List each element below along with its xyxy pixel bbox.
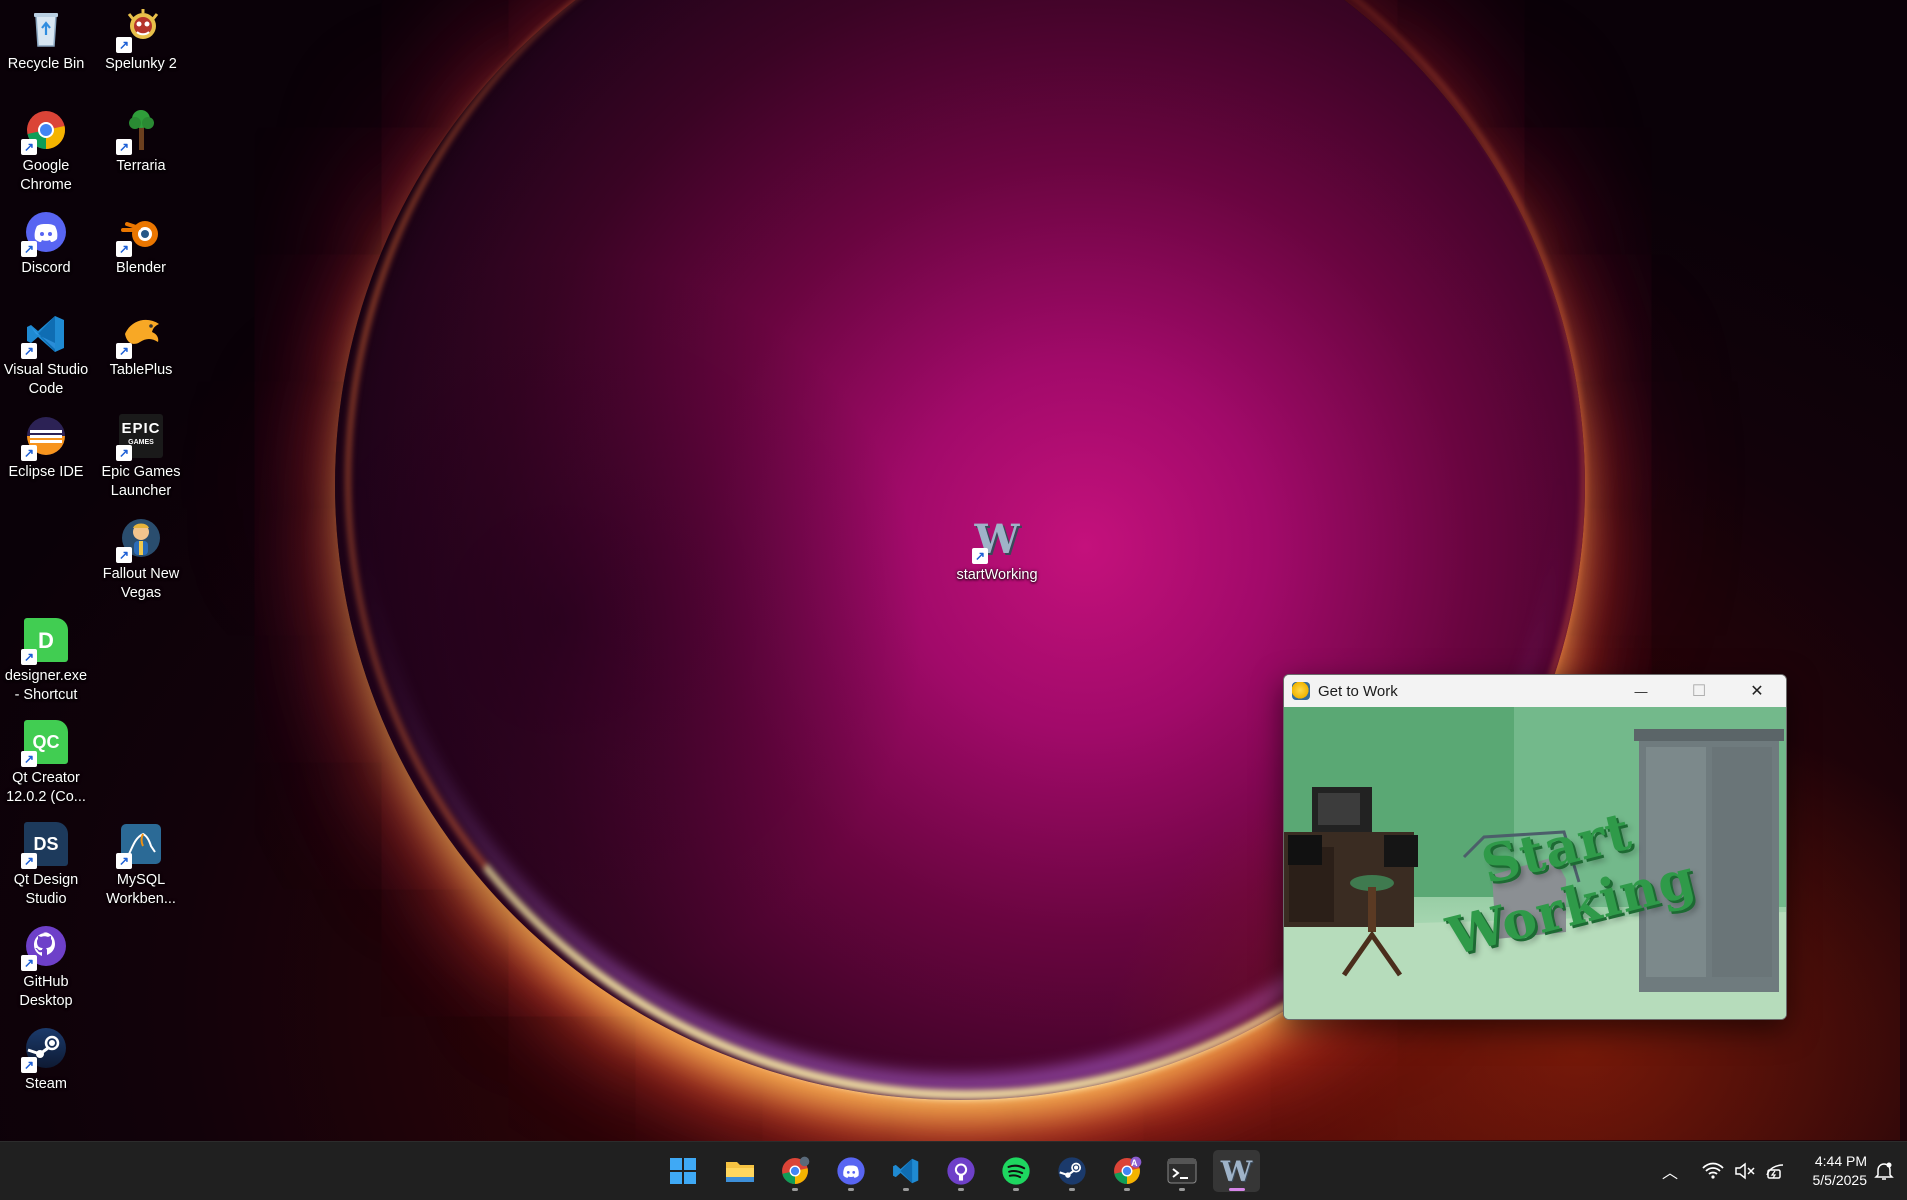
taskbar-chrome-profile[interactable]: A [1105, 1150, 1149, 1192]
desktop-icon-discord[interactable]: ↗ Discord [0, 206, 92, 278]
steam-icon: ↗ [21, 1026, 68, 1073]
qt-creator-icon: QC ↗ [21, 720, 68, 767]
taskbar-steam[interactable] [1050, 1150, 1094, 1192]
wifi-icon [1702, 1162, 1724, 1179]
notification-center-button[interactable] [1874, 1142, 1894, 1200]
tray-overflow-button[interactable]: ︿ [1662, 1142, 1678, 1200]
volume-muted-icon [1735, 1162, 1755, 1180]
chrome-profile-badge: A [1131, 1158, 1138, 1168]
taskbar-start-working[interactable]: W [1213, 1150, 1260, 1192]
file-explorer-icon [726, 1162, 754, 1182]
start-working-icon: W ↗ [972, 517, 1019, 564]
qt-designer-icon: D ↗ [21, 618, 68, 665]
close-icon: ✕ [1750, 683, 1764, 700]
battery-charging-icon [1766, 1164, 1784, 1179]
taskbar: A W ︿ 4:44 PM 5/5/2025 [0, 1141, 1907, 1200]
notification-bell-icon [1874, 1162, 1894, 1180]
recycle-bin-icon [24, 6, 68, 50]
desktop-icon-terraria[interactable]: ↗ Terraria [95, 104, 187, 176]
github-desktop-icon [947, 1157, 975, 1185]
taskbar-discord[interactable] [829, 1150, 873, 1192]
desktop-icon-blender[interactable]: ↗ Blender [95, 206, 187, 278]
desktop-icon-tableplus[interactable]: ↗ TablePlus [95, 308, 187, 380]
taskbar-vscode[interactable] [884, 1150, 928, 1192]
desktop-icon-fallout-new-vegas[interactable]: ↗ Fallout New Vegas [95, 512, 187, 603]
window-title: Get to Work [1318, 682, 1398, 700]
desktop-icon-qt-creator[interactable]: QC ↗ Qt Creator 12.0.2 (Co... [0, 716, 92, 807]
taskbar-file-explorer[interactable] [718, 1150, 762, 1192]
taskbar-chrome[interactable] [773, 1150, 817, 1192]
taskbar-start-button[interactable] [661, 1150, 705, 1192]
desktop-icon-start-working[interactable]: W ↗ startWorking [951, 513, 1043, 585]
discord-icon: ↗ [21, 210, 68, 257]
fallout-icon: ↗ [116, 516, 163, 563]
clock-date: 5/5/2025 [1812, 1172, 1868, 1188]
desktop-icon-recycle-bin[interactable]: Recycle Bin [0, 2, 92, 74]
windows-start-icon [670, 1158, 696, 1184]
spotify-icon [1002, 1157, 1030, 1185]
close-button[interactable]: ✕ [1728, 675, 1786, 707]
taskbar-clock[interactable]: 4:44 PM 5/5/2025 [1813, 1152, 1868, 1190]
chrome-icon: ↗ [21, 108, 68, 155]
maximize-button[interactable]: ☐ [1670, 675, 1728, 707]
window-titlebar[interactable]: Get to Work — ☐ ✕ [1284, 675, 1786, 707]
taskbar-terminal[interactable] [1160, 1150, 1204, 1192]
mysql-workbench-icon: ↗ [116, 822, 163, 869]
desktop-icon-github-desktop[interactable]: ↗ GitHub Desktop [0, 920, 92, 1011]
blender-icon: ↗ [116, 210, 163, 257]
taskbar-spotify[interactable] [994, 1150, 1038, 1192]
chevron-up-icon: ︿ [1662, 1165, 1679, 1182]
taskbar-github-desktop[interactable] [939, 1150, 983, 1192]
desktop-icon-visual-studio-code[interactable]: ↗ Visual Studio Code [0, 308, 92, 399]
desktop-icon-qt-design-studio[interactable]: DS ↗ Qt Design Studio [0, 818, 92, 909]
spelunky-icon: ↗ [116, 6, 163, 53]
chrome-icon [782, 1156, 810, 1184]
desktop-icon-steam[interactable]: ↗ Steam [0, 1022, 92, 1094]
desktop-icon-epic-games-launcher[interactable]: EPIC GAMES ↗ Epic Games Launcher [95, 410, 187, 501]
tableplus-icon: ↗ [116, 312, 163, 359]
desktop-icon-google-chrome[interactable]: ↗ Google Chrome [0, 104, 92, 195]
eclipse-icon: ↗ [21, 414, 68, 461]
terminal-icon [1167, 1158, 1197, 1184]
desktop-icon-mysql-workbench[interactable]: ↗ MySQL Workben... [95, 818, 187, 909]
vscode-icon [893, 1158, 919, 1184]
start-working-icon: W [1220, 1154, 1253, 1188]
get-to-work-window[interactable]: Get to Work — ☐ ✕ Start Working [1283, 674, 1787, 1020]
clock-time: 4:44 PM [1814, 1153, 1867, 1169]
terraria-icon: ↗ [116, 108, 163, 155]
github-desktop-icon: ↗ [21, 924, 68, 971]
vscode-icon: ↗ [21, 312, 68, 359]
desktop-icon-eclipse-ide[interactable]: ↗ Eclipse IDE [0, 410, 92, 482]
steam-icon [1058, 1157, 1086, 1185]
desktop-icon-designer-exe[interactable]: D ↗ designer.exe - Shortcut [0, 614, 92, 705]
maximize-icon: ☐ [1691, 683, 1707, 700]
discord-icon [837, 1157, 865, 1185]
room-scene-image: Start Working [1284, 707, 1786, 1019]
minimize-icon: — [1634, 683, 1648, 699]
python-app-icon [1292, 682, 1310, 700]
tray-network-volume-battery[interactable] [1702, 1142, 1786, 1200]
qt-design-studio-icon: DS ↗ [21, 822, 68, 869]
desktop-icon-spelunky-2[interactable]: ↗ Spelunky 2 [95, 2, 187, 74]
minimize-button[interactable]: — [1612, 675, 1670, 707]
epic-games-icon: EPIC GAMES ↗ [116, 414, 163, 461]
